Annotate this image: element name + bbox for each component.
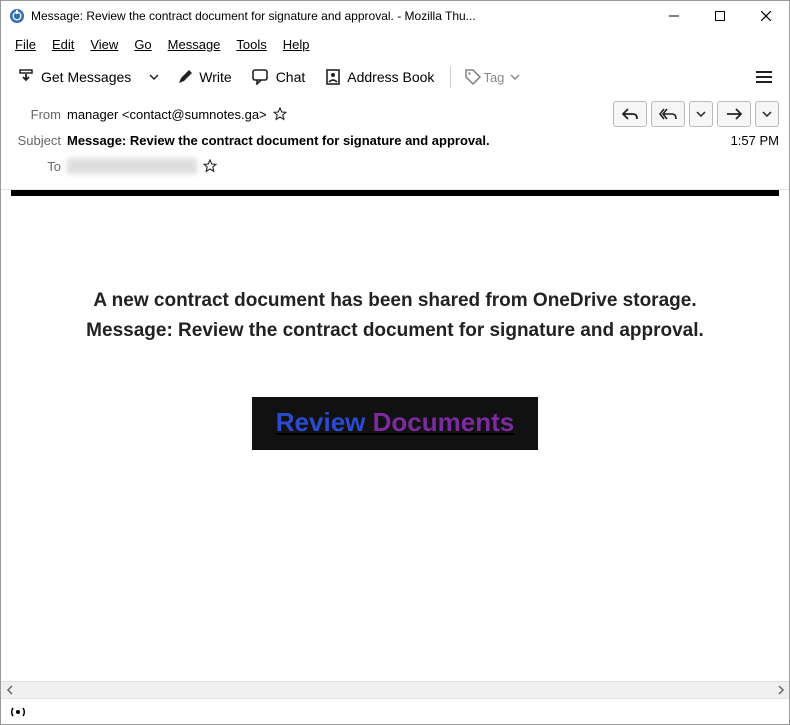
from-value: manager <contact@sumnotes.ga> <box>67 107 267 122</box>
address-book-label: Address Book <box>347 69 434 85</box>
get-messages-button[interactable]: Get Messages <box>9 64 139 90</box>
menubar: File Edit View Go Message Tools Help <box>1 31 789 57</box>
statusbar <box>1 698 789 724</box>
menu-view[interactable]: View <box>82 35 126 54</box>
to-label: To <box>11 159 67 174</box>
tag-label: Tag <box>483 70 504 85</box>
menu-go[interactable]: Go <box>126 35 159 54</box>
horizontal-scrollbar[interactable] <box>1 681 789 698</box>
menu-message[interactable]: Message <box>160 35 229 54</box>
review-word2: Documents <box>373 407 515 437</box>
chat-button[interactable]: Chat <box>244 65 314 89</box>
app-menu-button[interactable] <box>747 62 781 92</box>
chat-icon <box>252 69 270 85</box>
subject-label: Subject <box>11 133 67 148</box>
address-book-button[interactable]: Address Book <box>317 65 442 89</box>
message-time: 1:57 PM <box>731 133 779 148</box>
download-icon <box>17 68 35 86</box>
review-documents-button[interactable]: Review Documents <box>252 397 538 450</box>
scroll-right-icon[interactable] <box>772 682 789 699</box>
write-label: Write <box>199 69 231 85</box>
window-title: Message: Review the contract document fo… <box>31 9 651 23</box>
menu-file[interactable]: File <box>7 35 44 54</box>
review-word1: Review <box>276 407 366 437</box>
reply-all-button[interactable] <box>651 101 685 127</box>
menu-help[interactable]: Help <box>275 35 318 54</box>
body-text: A new contract document has been shared … <box>31 286 759 347</box>
app-icon <box>9 8 25 24</box>
reply-button[interactable] <box>613 101 647 127</box>
to-value-redacted <box>67 158 197 174</box>
chat-label: Chat <box>276 69 306 85</box>
get-messages-label: Get Messages <box>41 69 131 85</box>
more-actions-dropdown[interactable] <box>755 101 779 127</box>
menu-tools[interactable]: Tools <box>228 35 274 54</box>
forward-button[interactable] <box>717 101 751 127</box>
window-titlebar: Message: Review the contract document fo… <box>1 1 789 31</box>
message-actions <box>613 101 779 127</box>
star-to-icon[interactable] <box>203 159 217 173</box>
tag-button[interactable]: Tag <box>459 65 526 89</box>
toolbar: Get Messages Write Chat Address Book Tag <box>1 57 789 97</box>
write-button[interactable]: Write <box>169 65 239 89</box>
close-button[interactable] <box>743 1 789 31</box>
connection-status-icon[interactable] <box>9 703 27 721</box>
from-label: From <box>11 107 67 122</box>
reply-all-dropdown[interactable] <box>689 101 713 127</box>
star-from-icon[interactable] <box>273 107 287 121</box>
chevron-down-icon <box>510 72 520 82</box>
pencil-icon <box>177 69 193 85</box>
maximize-button[interactable] <box>697 1 743 31</box>
address-book-icon <box>325 69 341 85</box>
get-messages-dropdown[interactable] <box>143 63 165 91</box>
menu-edit[interactable]: Edit <box>44 35 82 54</box>
minimize-button[interactable] <box>651 1 697 31</box>
body-line2: Message: Review the contract document fo… <box>86 320 704 341</box>
message-header: From manager <contact@sumnotes.ga> Subje… <box>1 97 789 190</box>
body-line1: A new contract document has been shared … <box>93 290 696 311</box>
scroll-left-icon[interactable] <box>1 682 18 699</box>
window-controls <box>651 1 789 31</box>
tag-icon <box>465 69 481 85</box>
message-body: A new contract document has been shared … <box>1 190 789 678</box>
toolbar-separator <box>450 66 451 88</box>
subject-value: Message: Review the contract document fo… <box>67 133 490 148</box>
